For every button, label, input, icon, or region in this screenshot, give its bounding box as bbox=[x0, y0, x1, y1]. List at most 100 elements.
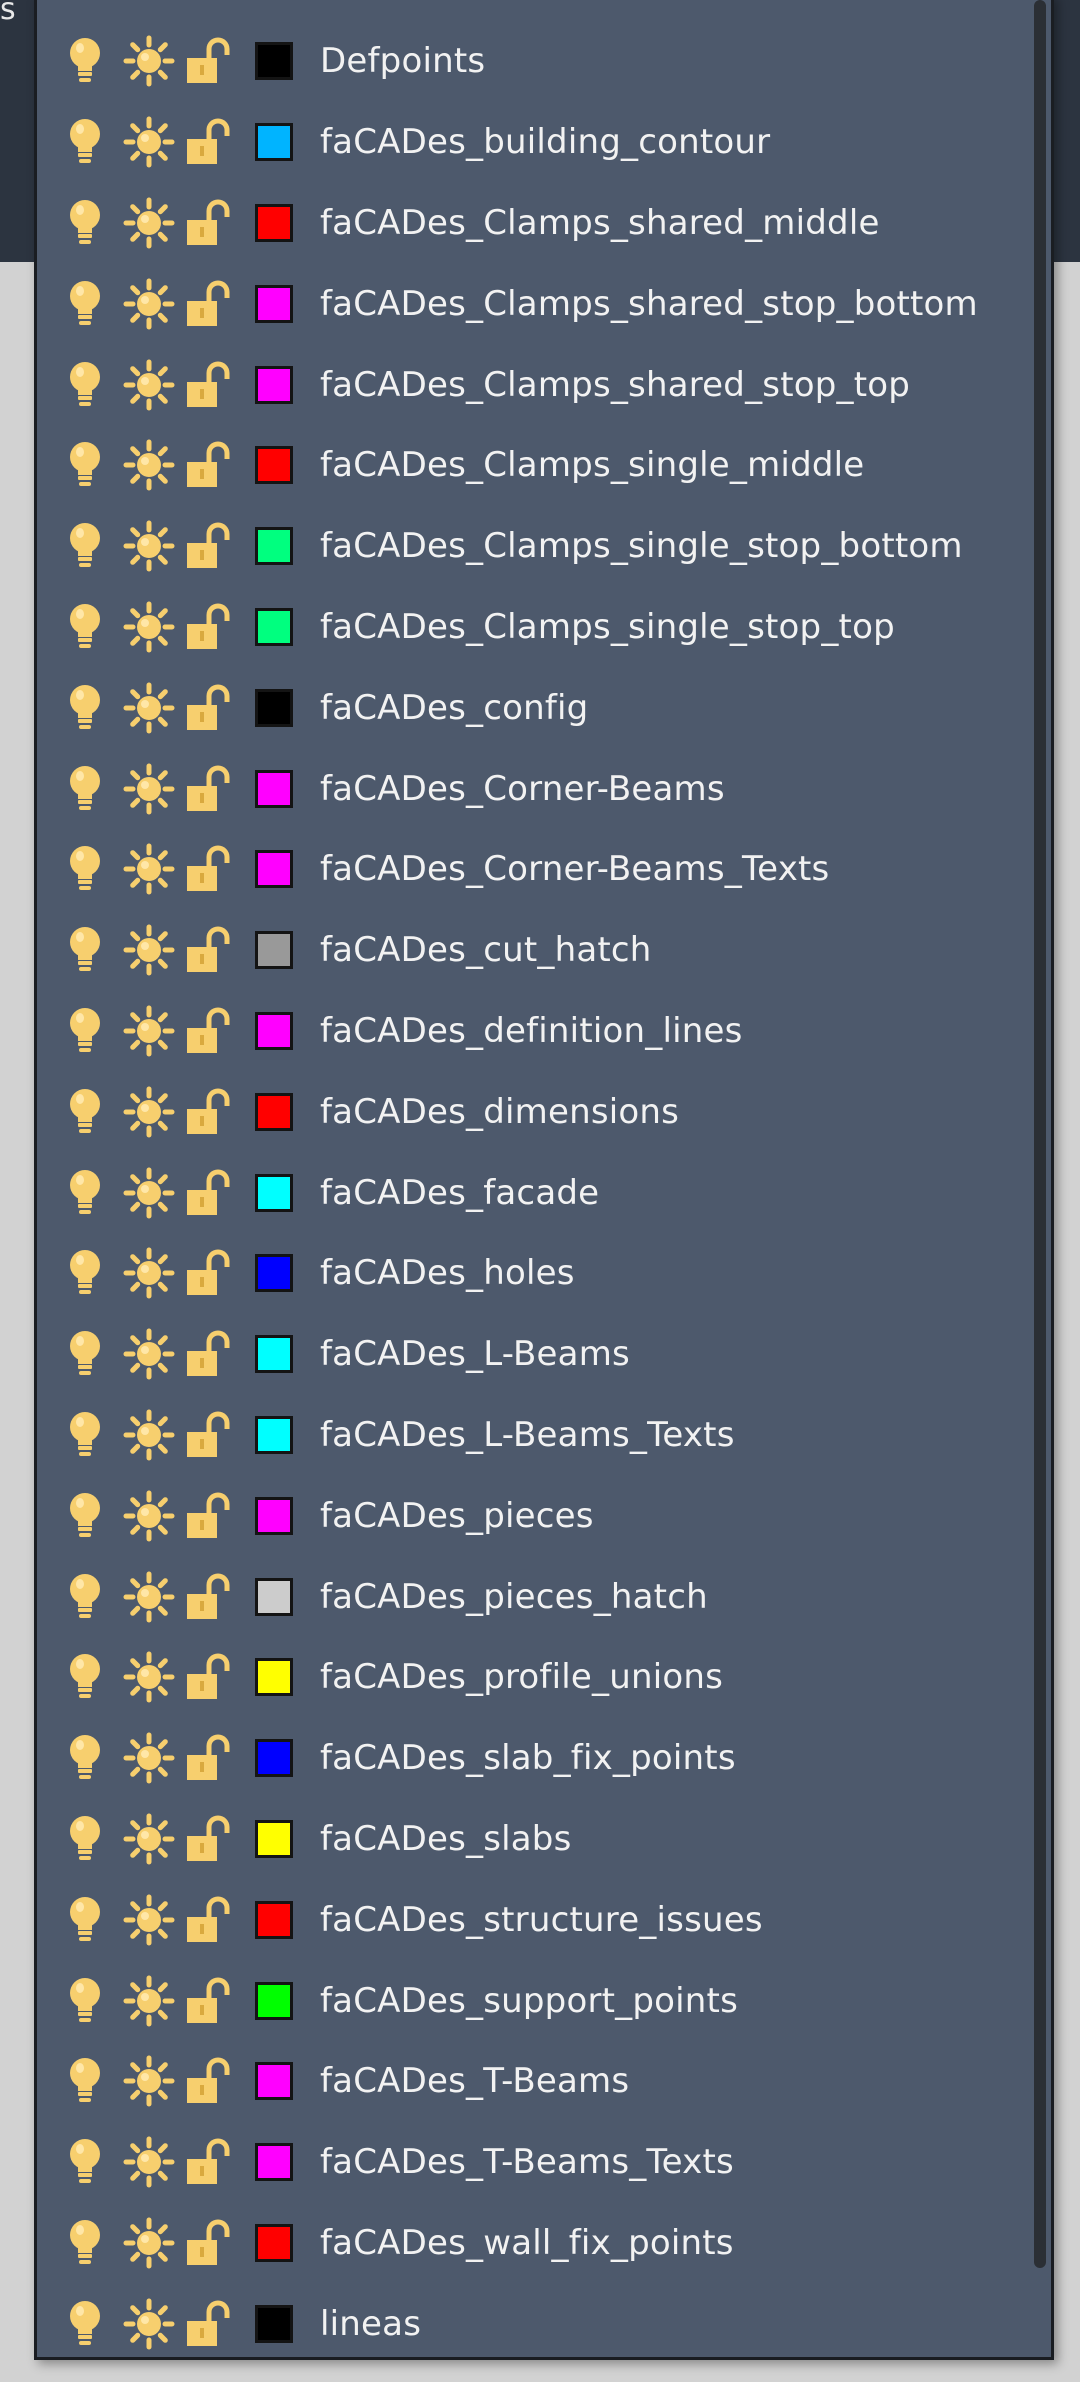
layer-color-swatch[interactable] bbox=[255, 1658, 293, 1697]
layer-row-18[interactable]: faCADes_L-Beams_Texts bbox=[37, 1395, 1027, 1476]
layer-row-2[interactable]: faCADes_building_contour bbox=[37, 102, 1027, 183]
layer-row-4[interactable]: faCADes_Clamps_shared_stop_bottom bbox=[37, 263, 1027, 344]
layer-row-28[interactable]: faCADes_wall_fix_points bbox=[37, 2203, 1027, 2284]
lightbulb-icon[interactable] bbox=[67, 1572, 103, 1622]
layer-color-swatch[interactable] bbox=[255, 1254, 293, 1293]
sun-freeze-icon[interactable] bbox=[123, 1732, 175, 1784]
unlocked-padlock-icon[interactable] bbox=[185, 441, 231, 489]
layer-row-14[interactable]: faCADes_dimensions bbox=[37, 1071, 1027, 1152]
layer-row-11[interactable]: faCADes_Corner-Beams_Texts bbox=[37, 829, 1027, 910]
layer-color-swatch[interactable] bbox=[255, 446, 293, 485]
sun-freeze-icon[interactable] bbox=[123, 1005, 175, 1057]
layer-color-swatch[interactable] bbox=[255, 1092, 293, 1131]
unlocked-padlock-icon[interactable] bbox=[185, 199, 231, 247]
layer-color-swatch[interactable] bbox=[255, 1981, 293, 2020]
layer-color-swatch[interactable] bbox=[255, 2304, 293, 2343]
sun-freeze-icon[interactable] bbox=[123, 763, 175, 815]
layer-color-swatch[interactable] bbox=[255, 769, 293, 808]
unlocked-padlock-icon[interactable] bbox=[185, 1249, 231, 1297]
layer-color-swatch[interactable] bbox=[255, 1577, 293, 1616]
layer-color-swatch[interactable] bbox=[255, 850, 293, 889]
unlocked-padlock-icon[interactable] bbox=[185, 1734, 231, 1782]
lightbulb-icon[interactable] bbox=[67, 1895, 103, 1945]
lightbulb-icon[interactable] bbox=[67, 602, 103, 652]
unlocked-padlock-icon[interactable] bbox=[185, 118, 231, 166]
layer-color-swatch[interactable] bbox=[255, 42, 293, 81]
layer-row-24[interactable]: faCADes_structure_issues bbox=[37, 1879, 1027, 1960]
unlocked-padlock-icon[interactable] bbox=[185, 2138, 231, 2186]
lightbulb-icon[interactable] bbox=[67, 1814, 103, 1864]
sun-freeze-icon[interactable] bbox=[123, 197, 175, 249]
sun-freeze-icon[interactable] bbox=[123, 2055, 175, 2107]
layer-color-swatch[interactable] bbox=[255, 1173, 293, 1212]
lightbulb-icon[interactable] bbox=[67, 198, 103, 248]
lightbulb-icon[interactable] bbox=[67, 1410, 103, 1460]
sun-freeze-icon[interactable] bbox=[123, 2217, 175, 2269]
sun-freeze-icon[interactable] bbox=[123, 1490, 175, 1542]
unlocked-padlock-icon[interactable] bbox=[185, 361, 231, 409]
layer-row-17[interactable]: faCADes_L-Beams bbox=[37, 1314, 1027, 1395]
sun-freeze-icon[interactable] bbox=[123, 843, 175, 895]
layer-color-swatch[interactable] bbox=[255, 284, 293, 323]
layer-color-swatch[interactable] bbox=[255, 203, 293, 242]
layer-color-swatch[interactable] bbox=[255, 688, 293, 727]
unlocked-padlock-icon[interactable] bbox=[185, 1977, 231, 2025]
unlocked-padlock-icon[interactable] bbox=[185, 603, 231, 651]
sun-freeze-icon[interactable] bbox=[123, 1247, 175, 1299]
layer-color-swatch[interactable] bbox=[255, 527, 293, 566]
layer-color-swatch[interactable] bbox=[255, 2223, 293, 2262]
layer-color-swatch[interactable] bbox=[255, 931, 293, 970]
sun-freeze-icon[interactable] bbox=[123, 1409, 175, 1461]
sun-freeze-icon[interactable] bbox=[123, 1167, 175, 1219]
layer-color-swatch[interactable] bbox=[255, 1900, 293, 1939]
unlocked-padlock-icon[interactable] bbox=[185, 1330, 231, 1378]
layer-row-25[interactable]: faCADes_support_points bbox=[37, 1960, 1027, 2041]
lightbulb-icon[interactable] bbox=[67, 844, 103, 894]
lightbulb-icon[interactable] bbox=[67, 440, 103, 490]
lightbulb-icon[interactable] bbox=[67, 1087, 103, 1137]
layer-row-26[interactable]: faCADes_T-Beams bbox=[37, 2041, 1027, 2122]
layer-color-swatch[interactable] bbox=[255, 1739, 293, 1778]
unlocked-padlock-icon[interactable] bbox=[185, 1169, 231, 1217]
lightbulb-icon[interactable] bbox=[67, 1733, 103, 1783]
lightbulb-icon[interactable] bbox=[67, 1006, 103, 1056]
layer-row-15[interactable]: faCADes_facade bbox=[37, 1152, 1027, 1233]
layer-color-swatch[interactable] bbox=[255, 2143, 293, 2182]
sun-freeze-icon[interactable] bbox=[123, 520, 175, 572]
layer-row-21[interactable]: faCADes_profile_unions bbox=[37, 1637, 1027, 1718]
unlocked-padlock-icon[interactable] bbox=[185, 1007, 231, 1055]
unlocked-padlock-icon[interactable] bbox=[185, 2219, 231, 2267]
sun-freeze-icon[interactable] bbox=[123, 359, 175, 411]
unlocked-padlock-icon[interactable] bbox=[185, 1492, 231, 1540]
layer-color-swatch[interactable] bbox=[255, 1415, 293, 1454]
unlocked-padlock-icon[interactable] bbox=[185, 522, 231, 570]
lightbulb-icon[interactable] bbox=[67, 925, 103, 975]
lightbulb-icon[interactable] bbox=[67, 117, 103, 167]
lightbulb-icon[interactable] bbox=[67, 2056, 103, 2106]
layer-row-20[interactable]: faCADes_pieces_hatch bbox=[37, 1556, 1027, 1637]
unlocked-padlock-icon[interactable] bbox=[185, 1815, 231, 1863]
layer-row-22[interactable]: faCADes_slab_fix_points bbox=[37, 1718, 1027, 1799]
layer-color-swatch[interactable] bbox=[255, 2062, 293, 2101]
unlocked-padlock-icon[interactable] bbox=[185, 1896, 231, 1944]
layer-color-swatch[interactable] bbox=[255, 1335, 293, 1374]
lightbulb-icon[interactable] bbox=[67, 1248, 103, 1298]
lightbulb-icon[interactable] bbox=[67, 1329, 103, 1379]
layer-row-1[interactable]: Defpoints bbox=[37, 21, 1027, 102]
lightbulb-icon[interactable] bbox=[67, 2299, 103, 2349]
scrollbar-thumb[interactable] bbox=[1034, 0, 1046, 2268]
sun-freeze-icon[interactable] bbox=[123, 35, 175, 87]
unlocked-padlock-icon[interactable] bbox=[185, 37, 231, 85]
sun-freeze-icon[interactable] bbox=[123, 682, 175, 734]
layer-row-9[interactable]: faCADes_config bbox=[37, 667, 1027, 748]
layer-row-27[interactable]: faCADes_T-Beams_Texts bbox=[37, 2122, 1027, 2203]
unlocked-padlock-icon[interactable] bbox=[185, 280, 231, 328]
unlocked-padlock-icon[interactable] bbox=[185, 845, 231, 893]
layer-color-swatch[interactable] bbox=[255, 365, 293, 404]
layer-color-swatch[interactable] bbox=[255, 123, 293, 162]
layer-row-7[interactable]: faCADes_Clamps_single_stop_bottom bbox=[37, 506, 1027, 587]
lightbulb-icon[interactable] bbox=[67, 2137, 103, 2187]
layer-row-5[interactable]: faCADes_Clamps_shared_stop_top bbox=[37, 344, 1027, 425]
layer-row-16[interactable]: faCADes_holes bbox=[37, 1233, 1027, 1314]
sun-freeze-icon[interactable] bbox=[123, 2136, 175, 2188]
